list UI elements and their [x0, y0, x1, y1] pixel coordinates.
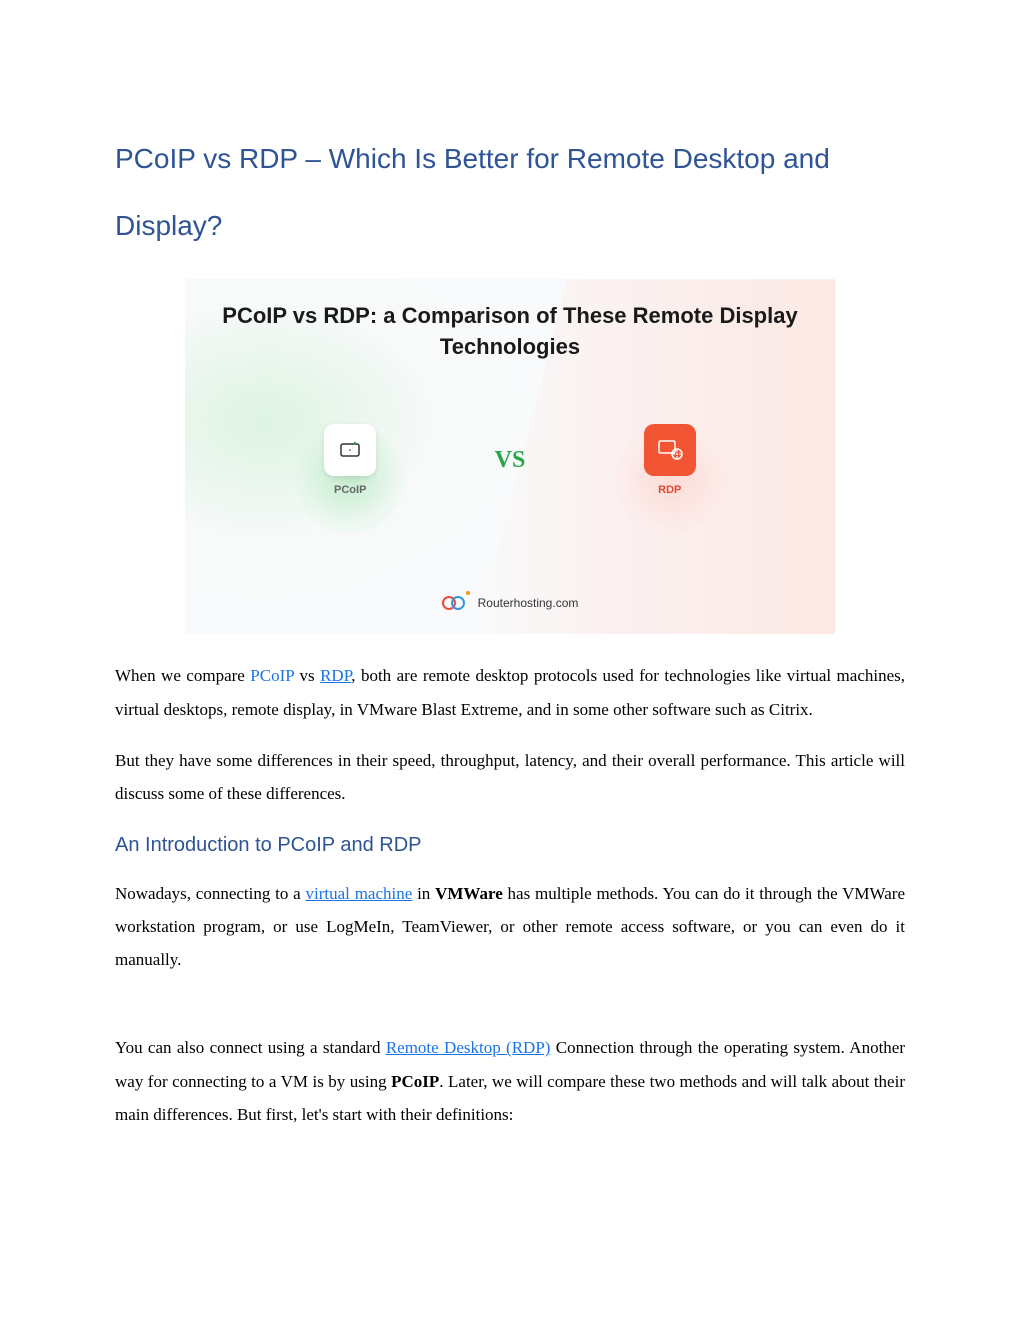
remote-desktop-link[interactable]: Remote Desktop (RDP) — [386, 1038, 551, 1057]
vs-badge: VS — [495, 447, 526, 474]
body-paragraph-1: Nowadays, connecting to a virtual machin… — [115, 877, 905, 976]
pcoip-label: PCoIP — [334, 484, 366, 496]
hero-figure-container: PCoIP vs RDP: a Comparison of These Remo… — [115, 279, 905, 634]
intro-paragraph-1: When we compare PCoIP vs RDP, both are r… — [115, 659, 905, 725]
pcoip-bold: PCoIP — [391, 1072, 439, 1091]
pcoip-link[interactable]: PCoIP — [250, 666, 294, 685]
rdp-link[interactable]: RDP — [320, 666, 351, 685]
rdp-box: RDP — [644, 424, 696, 496]
logo-dot — [466, 591, 470, 595]
pcoip-icon — [324, 424, 376, 476]
hero-figure: PCoIP vs RDP: a Comparison of These Remo… — [185, 279, 835, 634]
p1-text-mid: vs — [294, 666, 320, 685]
logo-circle-blue — [451, 596, 465, 610]
section-heading-intro: An Introduction to PCoIP and RDP — [115, 834, 905, 857]
figure-footer: Routerhosting.com — [185, 594, 835, 612]
virtual-machine-link[interactable]: virtual machine — [306, 884, 413, 903]
p1-text-pre: When we compare — [115, 666, 250, 685]
figure-comparison-row: PCoIP VS RDP — [185, 424, 835, 496]
pcoip-box: PCoIP — [324, 424, 376, 496]
p3-text-mid: in — [412, 884, 435, 903]
p4-text-pre: You can also connect using a standard — [115, 1038, 386, 1057]
p3-text-pre: Nowadays, connecting to a — [115, 884, 306, 903]
body-paragraph-2: You can also connect using a standard Re… — [115, 1031, 905, 1130]
rdp-icon — [644, 424, 696, 476]
figure-footer-text: Routerhosting.com — [478, 596, 579, 610]
figure-heading: PCoIP vs RDP: a Comparison of These Remo… — [185, 301, 835, 363]
routerhosting-logo — [442, 594, 472, 612]
rdp-label: RDP — [658, 484, 681, 496]
page-title: PCoIP vs RDP – Which Is Better for Remot… — [115, 125, 905, 259]
vmware-bold: VMWare — [435, 884, 503, 903]
intro-paragraph-2: But they have some differences in their … — [115, 744, 905, 810]
